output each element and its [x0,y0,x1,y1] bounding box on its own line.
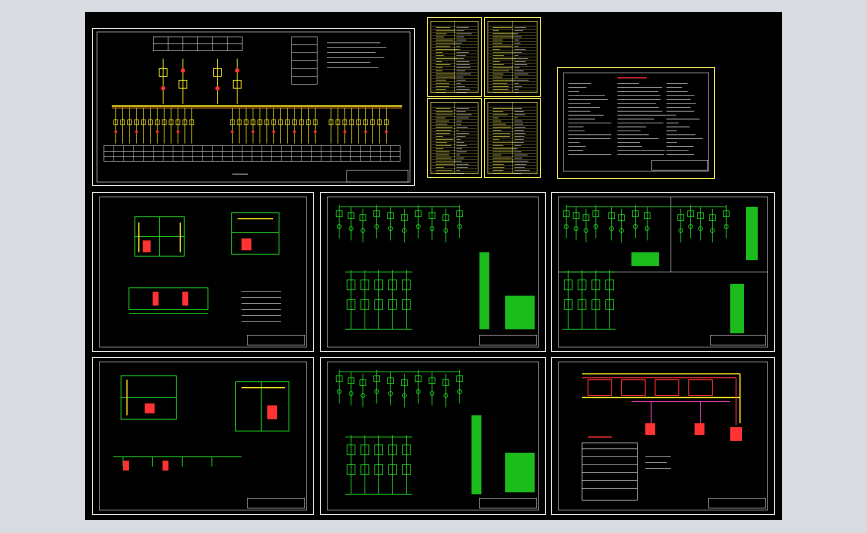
design-notes-drawing [558,68,714,178]
sheet-equipment-table-4[interactable] [484,98,541,178]
sheet-single-line-diagram[interactable] [92,28,415,186]
sheet-schematic-1[interactable] [320,192,546,352]
schematic-drawing [321,193,545,351]
equipment-table-drawing [485,99,540,177]
schematic-drawing [552,193,774,351]
floor-plan-drawing [93,358,313,514]
sheet-floor-plan-2[interactable] [92,357,314,515]
sheet-schematic-3[interactable] [320,357,546,515]
sheet-design-notes[interactable] [557,67,715,179]
single-line-diagram-drawing [93,29,414,185]
equipment-table-drawing [485,18,540,96]
sheet-floor-plan-1[interactable] [92,192,314,352]
equipment-table-drawing [428,18,481,96]
floor-plan-drawing [93,193,313,351]
sheet-equipment-table-3[interactable] [427,98,482,178]
grounding-plan-drawing [552,358,774,514]
sheet-equipment-table-2[interactable] [484,17,541,97]
sheet-grounding-plan[interactable] [551,357,775,515]
schematic-drawing [321,358,545,514]
sheet-equipment-table-1[interactable] [427,17,482,97]
sheet-schematic-2[interactable] [551,192,775,352]
cad-model-viewport[interactable] [85,12,782,520]
equipment-table-drawing [428,99,481,177]
